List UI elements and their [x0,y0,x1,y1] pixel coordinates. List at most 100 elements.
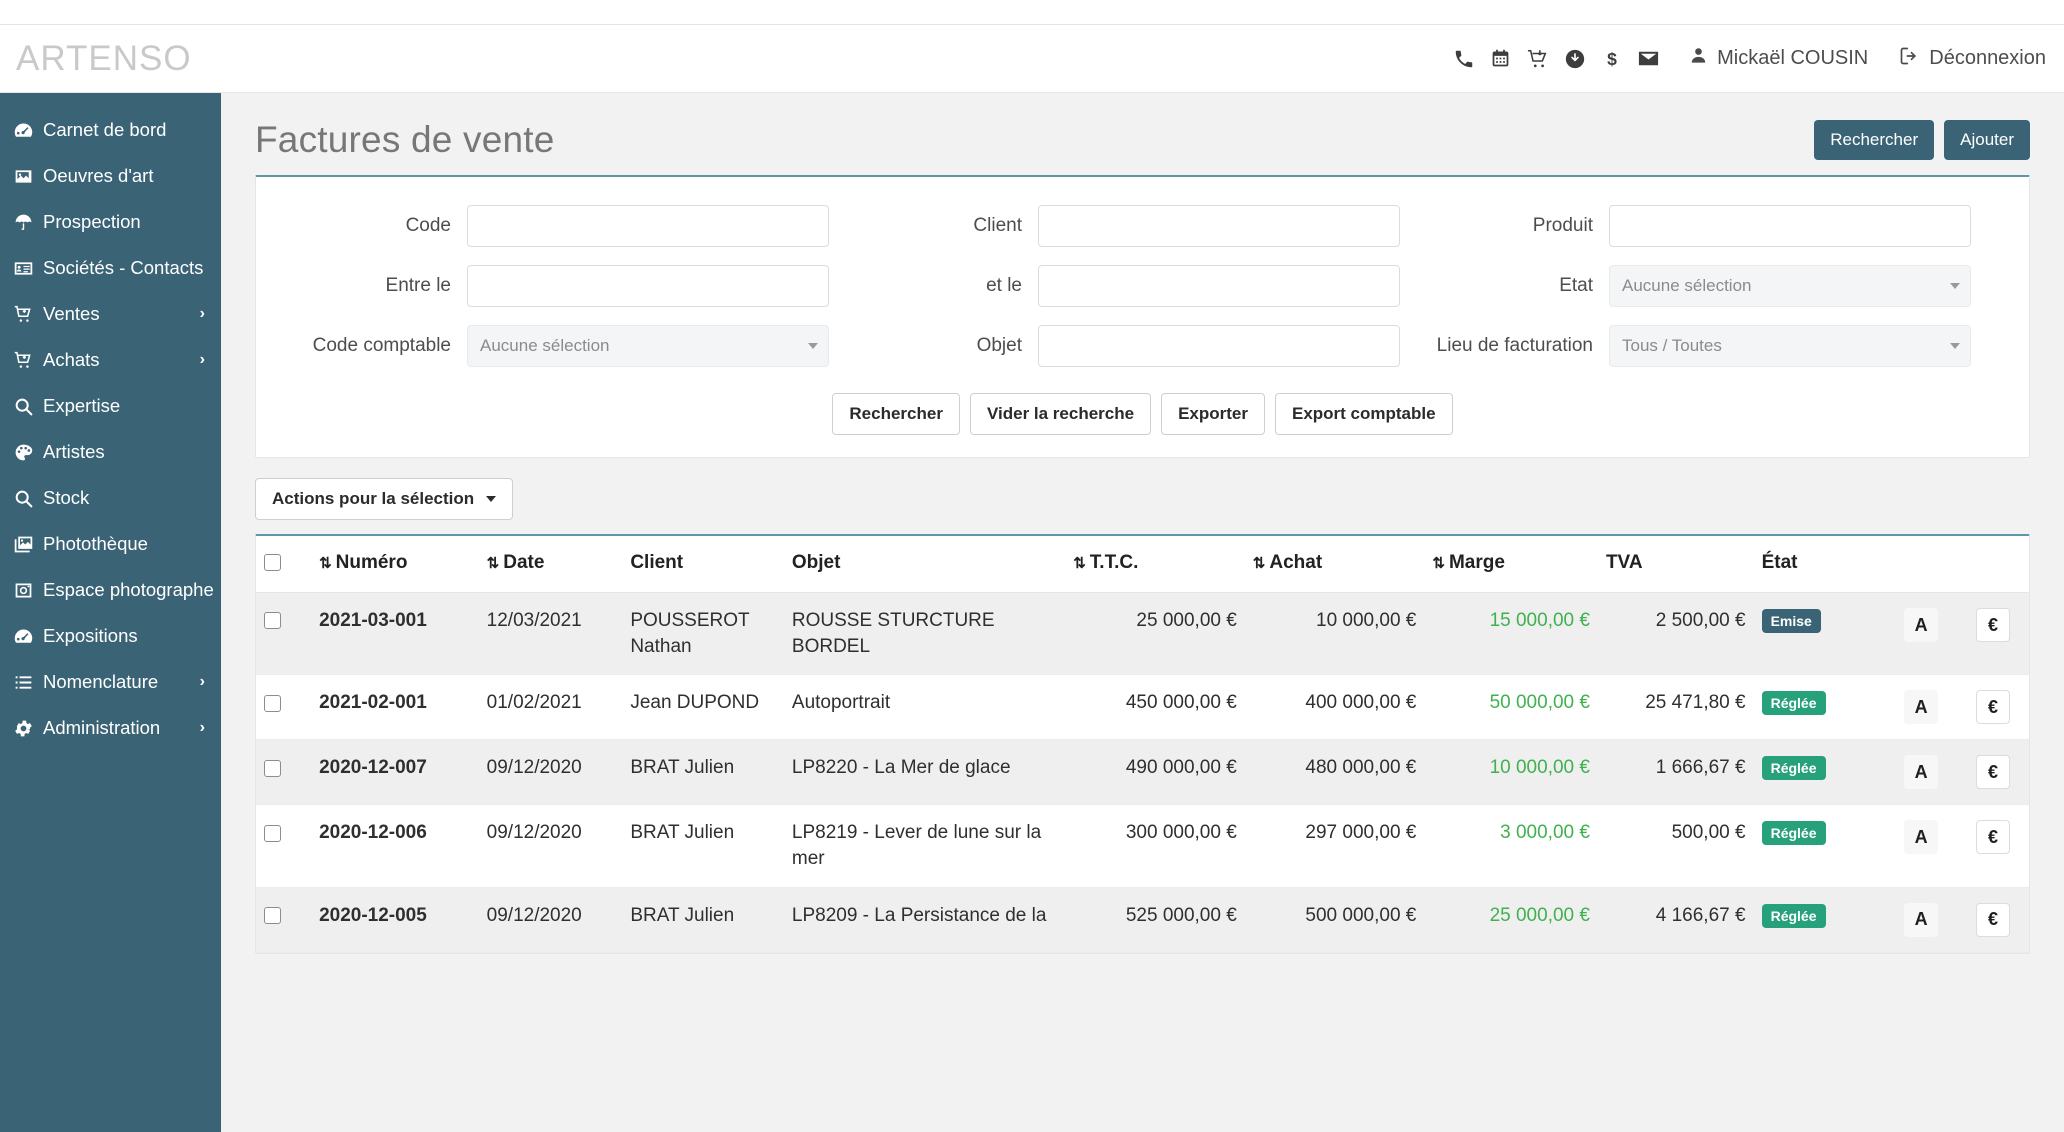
cell-action-euro: € [1957,592,2029,676]
row-action-a-button[interactable]: A [1904,902,1939,937]
objet-input[interactable] [1038,325,1400,367]
cell-tva: 25 471,80 € [1597,674,1754,741]
cell-objet: Autoportrait [783,674,1066,741]
produit-input[interactable] [1609,205,1971,247]
row-select-cell [256,804,312,888]
form-rechercher-button[interactable]: Rechercher [832,393,960,435]
th-marge[interactable]: ⇅ Marge [1424,536,1598,593]
sidebar-item-ventes[interactable]: Ventes › [0,291,221,337]
user-menu[interactable]: Mickaël COUSIN [1689,45,1868,72]
row-select-cell [256,674,312,741]
row-action-euro-button[interactable]: € [1976,690,2011,725]
entre-le-input[interactable] [467,265,829,307]
table-row[interactable]: 2020-12-007 09/12/2020 BRAT Julien LP822… [256,739,2029,806]
cell-ttc: 490 000,00 € [1065,739,1245,806]
client-input[interactable] [1038,205,1400,247]
status-badge: Réglée [1761,691,1826,716]
sidebar-item-prospection[interactable]: Prospection [0,199,221,245]
user-name-label: Mickaël COUSIN [1717,47,1869,69]
logout-button[interactable]: Déconnexion [1898,46,2046,72]
sidebar-item-carnet-de-bord[interactable]: Carnet de bord [0,107,221,153]
table-row[interactable]: 2021-02-001 01/02/2021 Jean DUPOND Autop… [256,674,2029,741]
th-tva: TVA [1597,536,1754,593]
cell-etat: Réglée [1753,887,1886,953]
th-objet-label: Objet [791,552,841,573]
sidebar-item-label: Photothèque [43,533,148,554]
cell-achat: 400 000,00 € [1244,674,1425,741]
lieu-facturation-select[interactable]: Tous / Toutes [1609,325,1971,367]
actions-selection-dropdown[interactable]: Actions pour la sélection [255,478,514,520]
dollar-icon[interactable]: $ [1593,44,1630,74]
download-circle-icon[interactable] [1556,44,1593,74]
th-date-label: Date [503,552,545,573]
header-add-button[interactable]: Ajouter [1944,120,2030,160]
sidebar-item-stock[interactable]: Stock [0,475,221,521]
sidebar-item-expertise[interactable]: Expertise [0,383,221,429]
row-checkbox[interactable] [264,824,281,842]
row-action-euro-button[interactable]: € [1976,820,2011,855]
et-le-input[interactable] [1038,265,1400,307]
cell-objet: ROUSSE STURCTURE BORDEL [783,592,1066,676]
sidebar-item-nomenclature[interactable]: Nomenclature › [0,659,221,705]
row-checkbox[interactable] [264,694,281,712]
th-date[interactable]: ⇅ Date [478,536,623,593]
row-action-euro-button[interactable]: € [1976,608,2011,642]
table-row[interactable]: 2020-12-006 09/12/2020 BRAT Julien LP821… [256,804,2029,888]
field-label-et-le: et le [986,275,1022,297]
search-icon [13,488,43,509]
th-ttc[interactable]: ⇅ T.T.C. [1065,536,1245,593]
sort-icon: ⇅ [1432,555,1445,572]
page-header: Factures de vente Rechercher Ajouter [221,93,2064,175]
cell-marge: 25 000,00 € [1424,887,1598,953]
sidebar-item-artistes[interactable]: Artistes [0,429,221,475]
cell-achat: 10 000,00 € [1244,592,1425,676]
form-export-comptable-button[interactable]: Export comptable [1275,393,1453,435]
phone-icon[interactable] [1445,44,1482,74]
camera-icon [13,580,43,601]
envelope-icon[interactable] [1630,44,1667,74]
cell-numero: 2021-02-001 [311,674,479,741]
row-checkbox[interactable] [264,612,281,630]
code-comptable-select[interactable]: Aucune sélection [467,325,829,367]
th-numero[interactable]: ⇅ Numéro [311,536,479,593]
calendar-icon[interactable] [1482,44,1519,74]
row-action-a-button[interactable]: A [1904,820,1939,855]
form-exporter-button[interactable]: Exporter [1161,393,1265,435]
row-checkbox[interactable] [264,907,281,925]
th-objet: Objet [783,536,1066,593]
sidebar-item-administration[interactable]: Administration › [0,705,221,751]
code-input[interactable] [467,205,829,247]
cart-arrow-icon[interactable] [1519,44,1556,74]
field-label-etat: Etat [1559,275,1593,297]
row-action-euro-button[interactable]: € [1976,902,2011,937]
field-produit: Produit [1428,205,1999,247]
row-action-a-button[interactable]: A [1904,690,1939,725]
row-action-a-button[interactable]: A [1904,608,1939,642]
row-action-euro-button[interactable]: € [1976,755,2011,790]
sidebar-item-achats[interactable]: Achats › [0,337,221,383]
sidebar-item-espace-photographe[interactable]: Espace photographe [0,567,221,613]
dashboard-icon [13,626,43,647]
select-all-checkbox[interactable] [264,554,281,572]
chevron-right-icon: › [199,719,205,736]
row-checkbox[interactable] [264,759,281,777]
header-search-button[interactable]: Rechercher [1814,120,1935,160]
row-action-a-button[interactable]: A [1904,755,1939,790]
cell-tva: 1 666,67 € [1597,739,1754,806]
sidebar-item-label: Oeuvres d'art [43,165,154,186]
etat-select[interactable]: Aucune sélection [1609,265,1971,307]
sidebar-item-expositions[interactable]: Expositions [0,613,221,659]
actions-selection-label: Actions pour la sélection [272,489,475,508]
table-row[interactable]: 2021-03-001 12/03/2021 POUSSEROT Nathan … [256,592,2029,676]
sidebar-item-societes-contacts[interactable]: Sociétés - Contacts [0,245,221,291]
search-form-grid: Code Client Produit Entre le et le Etat … [286,205,1999,367]
form-vider-recherche-button[interactable]: Vider la recherche [969,393,1152,435]
sidebar-item-phototheque[interactable]: Photothèque [0,521,221,567]
cell-tva: 500,00 € [1597,804,1754,888]
th-ttc-label: T.T.C. [1089,552,1139,573]
row-select-cell [256,592,312,676]
logout-icon [1898,46,1920,72]
th-achat[interactable]: ⇅ Achat [1244,536,1425,593]
table-row[interactable]: 2020-12-005 09/12/2020 BRAT Julien LP820… [256,887,2029,953]
sidebar-item-oeuvres-dart[interactable]: Oeuvres d'art [0,153,221,199]
